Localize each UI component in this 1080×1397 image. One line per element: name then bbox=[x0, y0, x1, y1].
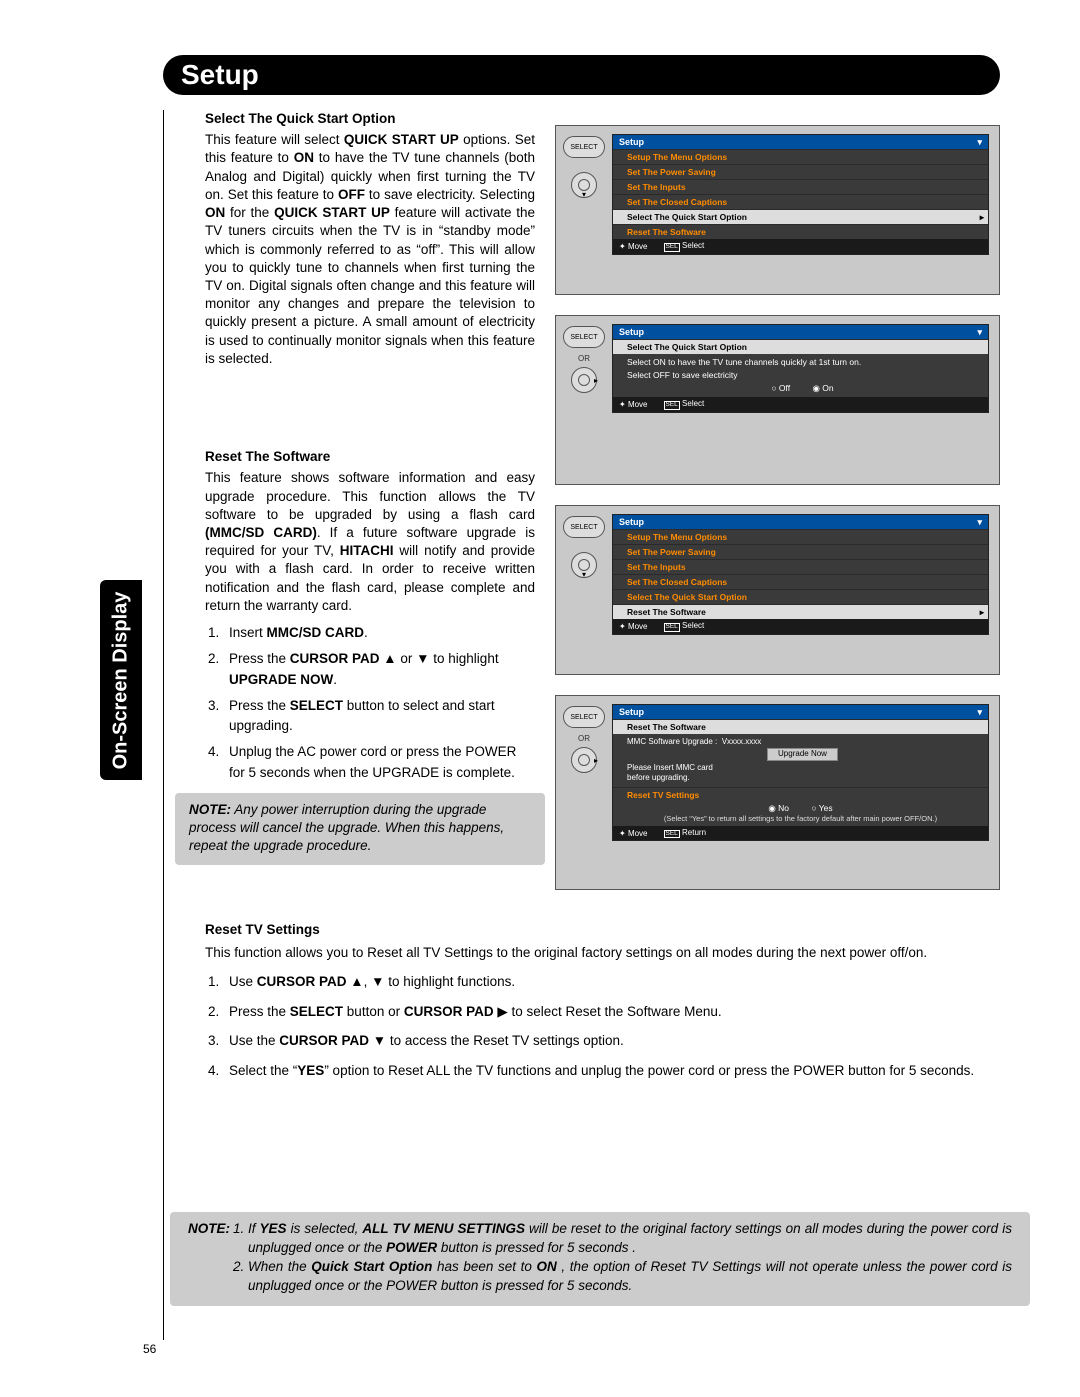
select-button-icon: SELECT bbox=[563, 326, 605, 348]
side-tab: On-Screen Display bbox=[100, 580, 142, 780]
select-button-icon: SELECT bbox=[563, 136, 605, 158]
page-header: Setup bbox=[163, 55, 1000, 95]
tv-screenshot-4: SELECT OR ▸ Setup Reset The Software MMC… bbox=[555, 695, 1000, 890]
reset-tv-intro: This function allows you to Reset all TV… bbox=[205, 943, 1030, 963]
page-number: 56 bbox=[143, 1342, 156, 1356]
section-title-reset-software: Reset The Software bbox=[205, 448, 535, 466]
select-button-icon: SELECT bbox=[563, 706, 605, 728]
cursor-pad-icon: ▸ bbox=[571, 747, 597, 773]
note-upgrade: NOTE: Any power interruption during the … bbox=[175, 793, 545, 866]
osd-menu-1: Setup Setup The Menu Options Set The Pow… bbox=[612, 134, 989, 255]
reset-note: (Select “Yes” to return all settings to … bbox=[613, 815, 988, 826]
osd-menu-4: Setup Reset The Software MMC Software Up… bbox=[612, 704, 989, 841]
section-title-reset-tv: Reset TV Settings bbox=[205, 920, 1030, 940]
osd-menu-2: Setup Select The Quick Start Option Sele… bbox=[612, 324, 989, 413]
note-wide: NOTE: If YES is selected, ALL TV MENU SE… bbox=[170, 1212, 1030, 1306]
tv-screenshot-1: SELECT ▾ Setup Setup The Menu Options Se… bbox=[555, 125, 1000, 295]
tv-screenshot-2: SELECT OR ▸ Setup Select The Quick Start… bbox=[555, 315, 1000, 485]
reset-tv-steps: Use CURSOR PAD ▲, ▼ to highlight functio… bbox=[223, 972, 1030, 1080]
cursor-pad-icon: ▾ bbox=[571, 552, 597, 578]
section-title-quickstart: Select The Quick Start Option bbox=[205, 110, 535, 128]
select-button-icon: SELECT bbox=[563, 516, 605, 538]
tv-screenshot-3: SELECT ▾ Setup Setup The Menu Options Se… bbox=[555, 505, 1000, 675]
cursor-pad-icon: ▸ bbox=[571, 367, 597, 393]
osd-menu-3: Setup Setup The Menu Options Set The Pow… bbox=[612, 514, 989, 635]
reset-software-steps: Insert MMC/SD CARD. Press the CURSOR PAD… bbox=[223, 623, 535, 783]
upgrade-now-button[interactable]: Upgrade Now bbox=[767, 748, 838, 760]
reset-software-body: This feature shows software information … bbox=[205, 469, 535, 615]
cursor-pad-icon: ▾ bbox=[571, 172, 597, 198]
vertical-divider bbox=[163, 110, 164, 1340]
quickstart-body: This feature will select QUICK START UP … bbox=[205, 131, 535, 368]
